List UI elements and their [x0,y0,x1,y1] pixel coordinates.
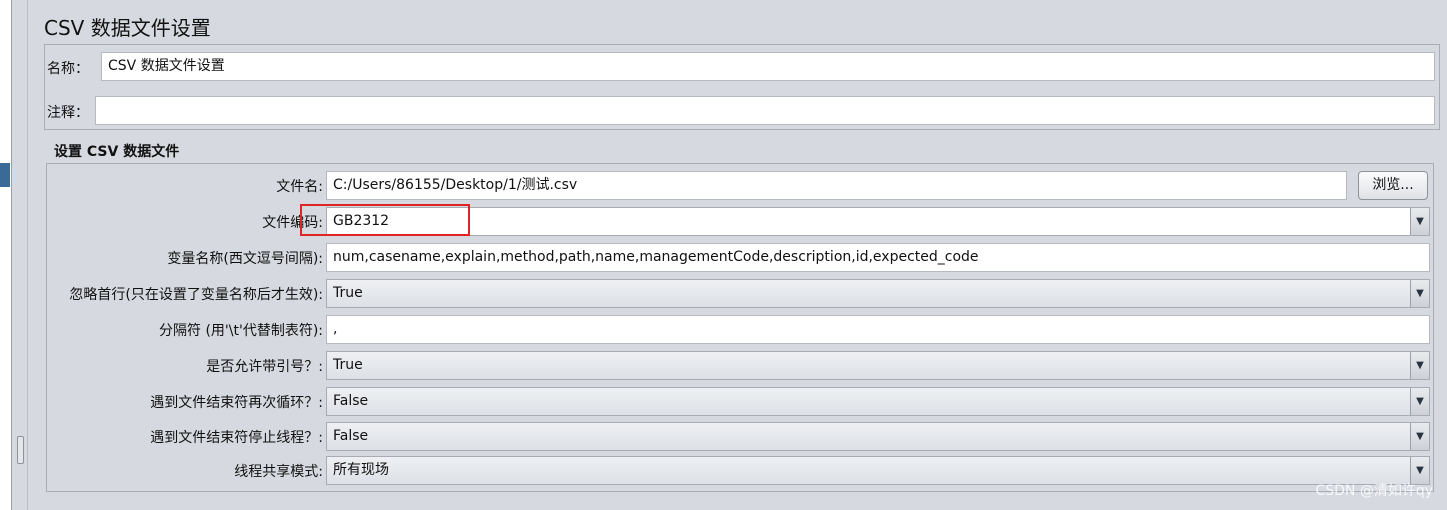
quoted-data-select[interactable]: True ▼ [326,351,1430,380]
annotation-highlight-box [300,204,470,236]
comment-label: 注释： [47,105,89,121]
recycle-label: 遇到文件结束符再次循环？: [150,395,323,411]
ignore-first-line-select[interactable]: True ▼ [326,279,1430,308]
varnames-label: 变量名称(西文逗号间隔): [167,251,323,267]
chevron-down-icon[interactable]: ▼ [1410,388,1429,415]
delimiter-label: 分隔符 (用'\t'代替制表符): [159,323,323,339]
recycle-select[interactable]: False ▼ [326,387,1430,416]
browse-button[interactable]: 浏览... [1358,171,1428,200]
filename-label: 文件名: [276,179,323,195]
stop-thread-select[interactable]: False ▼ [326,422,1430,451]
ignore-first-line-value: True [333,285,363,301]
chevron-down-icon[interactable]: ▼ [1410,208,1429,235]
page-title: CSV 数据文件设置 [44,16,211,40]
panel-divider-inner [27,0,28,510]
delimiter-input[interactable]: , [326,315,1430,344]
chevron-down-icon[interactable]: ▼ [1410,352,1429,379]
encoding-combo[interactable]: GB2312 ▼ [326,207,1430,236]
section-title: 设置 CSV 数据文件 [54,144,180,160]
stop-thread-value: False [333,428,369,444]
varnames-input[interactable]: num,casename,explain,method,path,name,ma… [326,243,1430,272]
split-pane-handle[interactable] [17,436,24,464]
tree-selection-marker [0,163,10,187]
quoted-data-value: True [333,357,363,373]
csv-config-panel: CSV 数据文件设置 名称： CSV 数据文件设置 注释： 设置 CSV 数据文… [30,0,1447,510]
watermark: CSDN @清如许qy [1315,483,1433,499]
share-mode-label: 线程共享模式: [234,464,323,480]
chevron-down-icon[interactable]: ▼ [1410,280,1429,307]
chevron-down-icon[interactable]: ▼ [1410,423,1429,450]
panel-divider [11,0,12,510]
recycle-value: False [333,393,369,409]
name-input[interactable]: CSV 数据文件设置 [101,52,1435,81]
filename-input[interactable]: C:/Users/86155/Desktop/1/测试.csv [326,171,1347,200]
name-label: 名称： [47,61,89,77]
stop-thread-label: 遇到文件结束符停止线程？: [150,430,323,446]
left-tree-panel [0,0,11,510]
share-mode-value: 所有现场 [333,462,389,478]
quoted-data-label: 是否允许带引号？: [206,359,323,375]
ignore-first-line-label: 忽略首行(只在设置了变量名称后才生效): [69,287,323,303]
comment-input[interactable] [95,96,1435,125]
share-mode-select[interactable]: 所有现场 ▼ [326,456,1430,485]
name-comment-group: 名称： CSV 数据文件设置 注释： [44,44,1440,130]
